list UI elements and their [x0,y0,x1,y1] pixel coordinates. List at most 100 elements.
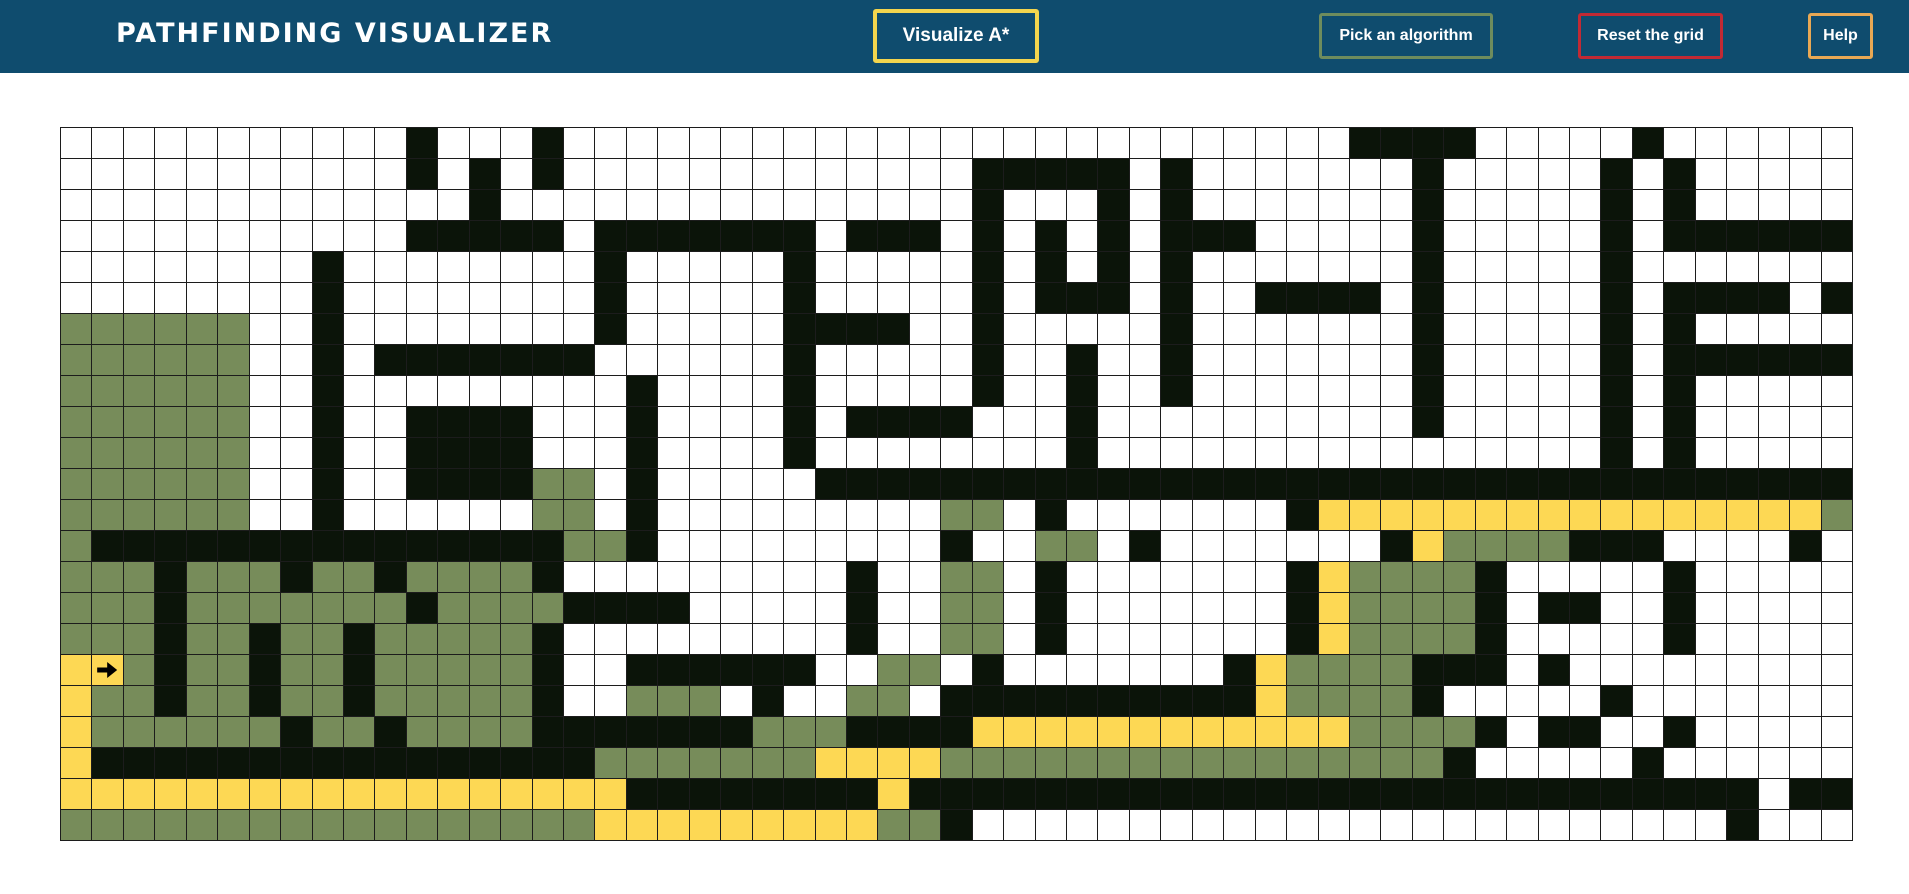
grid-cell-empty[interactable] [1695,128,1728,159]
grid-cell-empty[interactable] [1035,655,1068,686]
grid-cell-empty[interactable] [1695,159,1728,190]
grid-cell-path[interactable] [281,779,313,810]
grid-cell-visited[interactable] [1349,717,1382,748]
grid-cell-empty[interactable] [1004,376,1036,407]
grid-cell-empty[interactable] [1255,128,1288,159]
grid-cell-empty[interactable] [752,376,785,407]
grid-cell-wall[interactable] [312,438,344,469]
grid-cell-wall[interactable] [218,748,250,779]
grid-cell-visited[interactable] [312,717,344,748]
grid-cell-empty[interactable] [1570,159,1602,190]
grid-cell-empty[interactable] [1349,190,1382,221]
grid-cell-empty[interactable] [249,283,282,314]
grid-cell-visited[interactable] [972,562,1005,593]
grid-cell-empty[interactable] [1821,593,1853,624]
grid-cell-visited[interactable] [406,810,439,841]
grid-cell-path[interactable] [1412,531,1445,562]
grid-cell-empty[interactable] [1067,655,1099,686]
grid-cell-wall[interactable] [406,748,439,779]
grid-cell-empty[interactable] [343,159,376,190]
grid-cell-empty[interactable] [1475,686,1508,717]
grid-cell-empty[interactable] [1507,593,1539,624]
grid-cell-path[interactable] [1192,717,1225,748]
grid-cell-visited[interactable] [218,593,250,624]
grid-cell-empty[interactable] [595,345,627,376]
grid-cell-empty[interactable] [1695,407,1728,438]
grid-cell-wall[interactable] [406,593,439,624]
grid-cell-visited[interactable] [1318,686,1350,717]
grid-cell-visited[interactable] [406,717,439,748]
grid-cell-empty[interactable] [1129,438,1162,469]
grid-cell-path[interactable] [815,748,847,779]
grid-cell-empty[interactable] [689,562,722,593]
grid-cell-wall[interactable] [1412,314,1445,345]
grid-cell-wall[interactable] [972,469,1005,500]
grid-cell-wall[interactable] [658,655,690,686]
grid-cell-empty[interactable] [721,128,753,159]
grid-cell-visited[interactable] [281,655,313,686]
grid-cell-empty[interactable] [249,345,282,376]
grid-cell-empty[interactable] [595,128,627,159]
grid-cell-path[interactable] [752,810,785,841]
grid-cell-empty[interactable] [815,252,847,283]
grid-cell-wall[interactable] [1192,221,1225,252]
grid-cell-empty[interactable] [218,190,250,221]
grid-cell-empty[interactable] [1601,717,1633,748]
grid-cell-wall[interactable] [469,407,502,438]
grid-cell-empty[interactable] [564,283,596,314]
grid-cell-empty[interactable] [878,562,910,593]
grid-cell-empty[interactable] [1192,190,1225,221]
grid-cell-empty[interactable] [784,159,816,190]
grid-cell-empty[interactable] [343,283,376,314]
grid-cell-wall[interactable] [1224,469,1256,500]
grid-cell-wall[interactable] [784,407,816,438]
grid-cell-wall[interactable] [438,469,470,500]
grid-cell-visited[interactable] [1035,531,1068,562]
grid-cell-visited[interactable] [626,748,659,779]
grid-cell-visited[interactable] [564,531,596,562]
grid-cell-visited[interactable] [1444,717,1476,748]
grid-cell-empty[interactable] [721,345,753,376]
grid-cell-empty[interactable] [564,407,596,438]
grid-cell-visited[interactable] [1287,686,1319,717]
grid-cell-empty[interactable] [438,252,470,283]
grid-cell-wall[interactable] [1098,779,1130,810]
grid-cell-empty[interactable] [846,252,879,283]
grid-cell-empty[interactable] [752,407,785,438]
grid-cell-wall[interactable] [1255,283,1288,314]
grid-cell-visited[interactable] [92,376,124,407]
grid-cell-wall[interactable] [1601,314,1633,345]
grid-cell-wall[interactable] [846,717,879,748]
grid-cell-empty[interactable] [689,283,722,314]
grid-cell-empty[interactable] [1349,407,1382,438]
grid-cell-empty[interactable] [532,283,565,314]
grid-cell-path[interactable] [375,779,407,810]
grid-cell-empty[interactable] [1570,283,1602,314]
grid-cell-visited[interactable] [61,624,93,655]
grid-cell-empty[interactable] [1192,655,1225,686]
grid-cell-empty[interactable] [1381,345,1413,376]
grid-cell-empty[interactable] [878,252,910,283]
grid-cell-wall[interactable] [469,438,502,469]
grid-cell-empty[interactable] [1098,407,1130,438]
grid-cell-path[interactable] [689,810,722,841]
grid-cell-empty[interactable] [1224,314,1256,345]
grid-cell-wall[interactable] [1821,283,1853,314]
grid-cell-empty[interactable] [909,531,942,562]
grid-cell-path[interactable] [1381,500,1413,531]
grid-cell-wall[interactable] [784,283,816,314]
grid-cell-empty[interactable] [721,531,753,562]
grid-cell-empty[interactable] [1790,190,1822,221]
grid-cell-path[interactable] [1601,500,1633,531]
grid-cell-wall[interactable] [123,531,156,562]
grid-cell-empty[interactable] [218,159,250,190]
grid-cell-empty[interactable] [1349,345,1382,376]
grid-cell-empty[interactable] [1129,624,1162,655]
grid-cell-wall[interactable] [1601,159,1633,190]
grid-cell-empty[interactable] [1004,252,1036,283]
grid-cell-wall[interactable] [1035,779,1068,810]
grid-cell-empty[interactable] [1004,593,1036,624]
grid-cell-empty[interactable] [1570,810,1602,841]
grid-cell-empty[interactable] [721,252,753,283]
grid-cell-path[interactable] [721,810,753,841]
